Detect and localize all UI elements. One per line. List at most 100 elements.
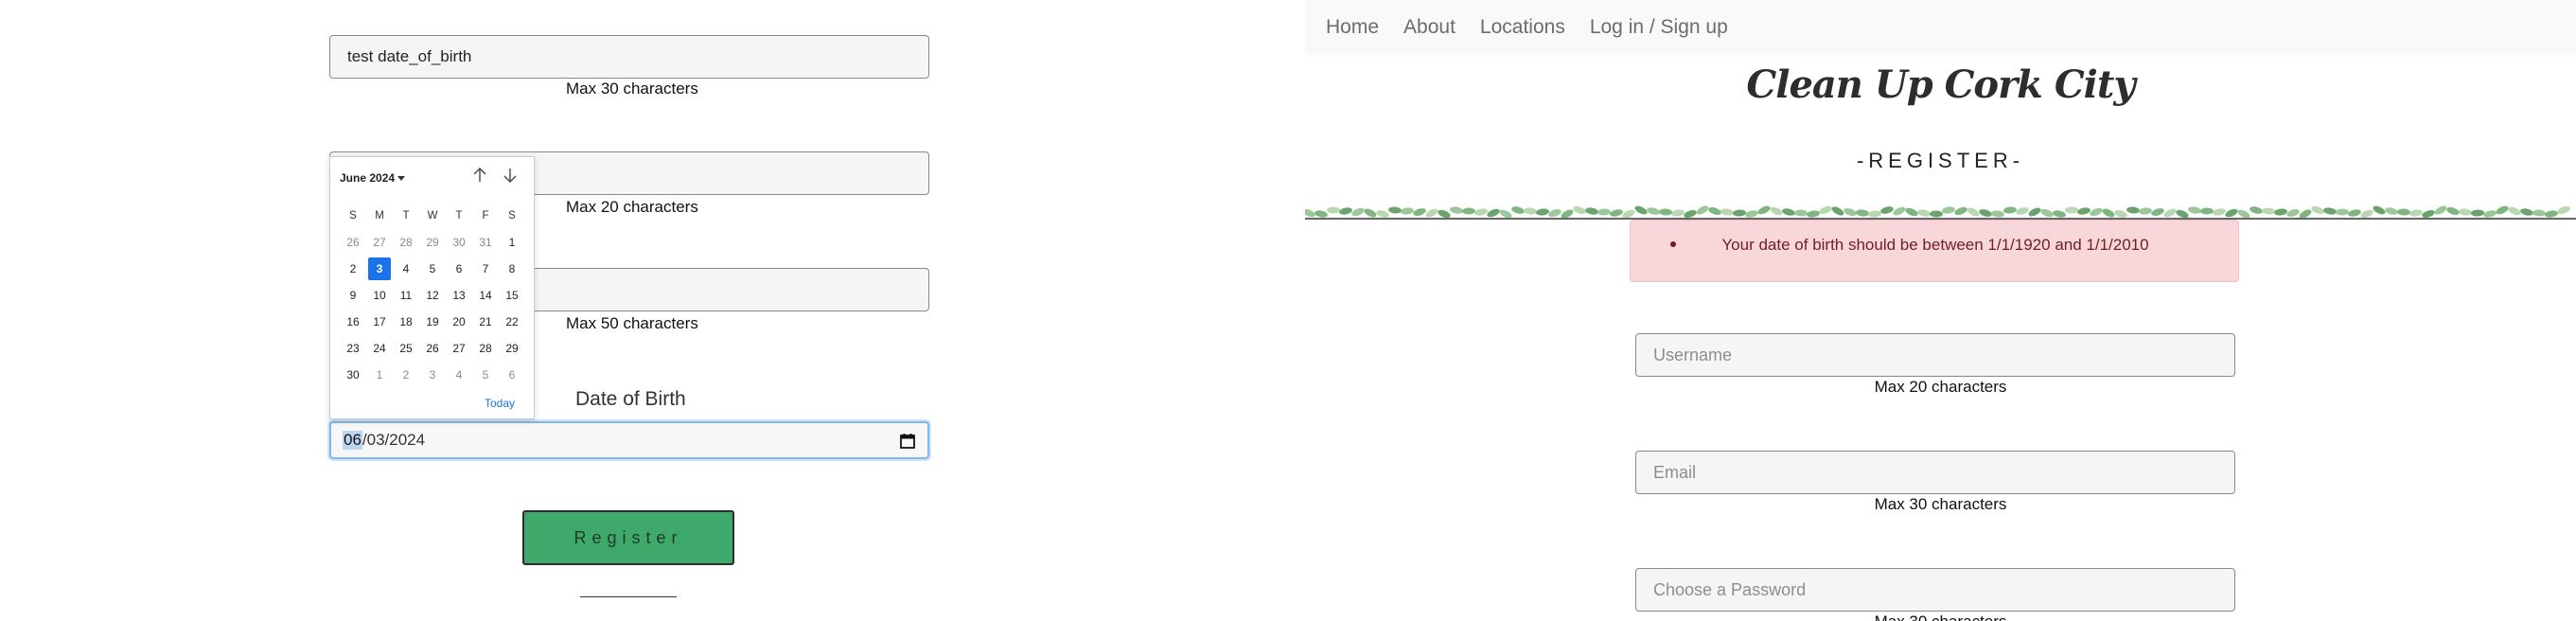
arrow-up-icon[interactable] bbox=[470, 166, 489, 185]
register-button[interactable]: Register bbox=[522, 510, 734, 565]
calendar-day[interactable]: 16 bbox=[340, 315, 366, 328]
calendar-day[interactable]: 30 bbox=[340, 368, 366, 381]
calendar-day[interactable]: 28 bbox=[393, 236, 419, 249]
nav-login-signup[interactable]: Log in / Sign up bbox=[1590, 16, 1728, 39]
calendar-day[interactable]: 3 bbox=[368, 257, 391, 280]
calendar-day[interactable]: 11 bbox=[393, 289, 419, 302]
date-of-birth-input[interactable]: 06/03/2024 bbox=[329, 421, 929, 459]
calendar-day[interactable]: 17 bbox=[366, 315, 393, 328]
leaf-shape bbox=[2323, 207, 2337, 215]
alert-message: Your date of birth should be between 1/1… bbox=[1721, 236, 2149, 254]
leaf-shape bbox=[2348, 209, 2361, 217]
calendar-day[interactable]: 29 bbox=[499, 342, 525, 355]
leaf-shape bbox=[1524, 207, 1537, 215]
leaf-shape bbox=[2532, 209, 2546, 217]
leaf-shape bbox=[1917, 209, 1931, 217]
date-month-segment[interactable]: 06 bbox=[343, 431, 362, 450]
leaf-shape bbox=[2028, 207, 2041, 217]
leaf-shape bbox=[2459, 208, 2472, 216]
calendar-day[interactable]: 1 bbox=[499, 236, 525, 249]
calendar-day[interactable]: 27 bbox=[366, 236, 393, 249]
calendar-day[interactable]: 19 bbox=[419, 315, 446, 328]
leaf-shape bbox=[1585, 207, 1598, 215]
leaf-shape bbox=[1893, 206, 1906, 216]
calendar-week-row: 16 17 18 19 20 21 22 bbox=[340, 309, 525, 335]
nav-about[interactable]: About bbox=[1403, 16, 1456, 39]
date-rest-segment[interactable]: /03/2024 bbox=[362, 431, 425, 450]
leaf-shape bbox=[2213, 208, 2226, 216]
calendar-day[interactable]: 21 bbox=[472, 315, 499, 328]
calendar-day[interactable]: 29 bbox=[419, 236, 446, 249]
calendar-day[interactable]: 15 bbox=[499, 289, 525, 302]
leaf-shape bbox=[1450, 206, 1463, 214]
calendar-day[interactable]: 2 bbox=[393, 368, 419, 381]
leaf-shape bbox=[1597, 208, 1611, 216]
leaf-shape bbox=[2016, 207, 2029, 215]
register-button-label: Register bbox=[573, 527, 683, 547]
leaf-shape bbox=[1327, 206, 1340, 214]
calendar-day[interactable]: 6 bbox=[499, 368, 525, 381]
calendar-day[interactable]: 23 bbox=[340, 342, 366, 355]
leaf-shape bbox=[2090, 207, 2103, 217]
calendar-day[interactable]: 25 bbox=[393, 342, 419, 355]
leaf-shape bbox=[1794, 209, 1808, 217]
calendar-day[interactable]: 2 bbox=[340, 262, 366, 275]
month-year-selector[interactable]: June 2024 bbox=[340, 171, 406, 185]
leaf-shape bbox=[1339, 207, 1352, 215]
calendar-day[interactable]: 7 bbox=[472, 262, 499, 275]
text-field-1[interactable]: test date_of_birth bbox=[329, 35, 929, 79]
text-field-2-hint: Max 20 characters bbox=[566, 198, 698, 216]
calendar-week-row: 2345678 bbox=[340, 256, 525, 282]
leaf-shape bbox=[1474, 208, 1488, 216]
calendar-day[interactable]: 20 bbox=[446, 315, 472, 328]
calendar-icon[interactable] bbox=[899, 433, 916, 450]
calendar-day[interactable]: 26 bbox=[419, 342, 446, 355]
leaf-shape bbox=[1770, 206, 1783, 216]
password-input[interactable]: Choose a Password bbox=[1635, 568, 2235, 612]
calendar-day[interactable]: 26 bbox=[340, 236, 366, 249]
calendar-day[interactable]: 28 bbox=[472, 342, 499, 355]
calendar-day[interactable]: 12 bbox=[419, 289, 446, 302]
calendar-day[interactable]: 8 bbox=[499, 262, 525, 275]
email-input[interactable]: Email bbox=[1635, 451, 2235, 494]
calendar-day[interactable]: 24 bbox=[366, 342, 393, 355]
calendar-day[interactable]: 22 bbox=[499, 315, 525, 328]
calendar-day[interactable]: 5 bbox=[472, 368, 499, 381]
calendar-day[interactable]: 30 bbox=[446, 236, 472, 249]
arrow-down-icon[interactable] bbox=[501, 166, 520, 185]
username-input[interactable]: Username bbox=[1635, 333, 2235, 377]
calendar-day[interactable]: 14 bbox=[472, 289, 499, 302]
calendar-day[interactable]: 6 bbox=[446, 262, 472, 275]
month-year-label: June 2024 bbox=[340, 171, 396, 185]
calendar-day[interactable]: 31 bbox=[472, 236, 499, 249]
leaf-shape bbox=[1880, 206, 1894, 214]
calendar-day[interactable]: 3 bbox=[419, 368, 446, 381]
calendar-day[interactable]: 9 bbox=[340, 289, 366, 302]
text-field-1-value: test date_of_birth bbox=[347, 47, 472, 65]
leaf-shape bbox=[1610, 209, 1623, 217]
calendar-day[interactable]: 18 bbox=[393, 315, 419, 328]
calendar-week-row: 9 10 11 12 13 14 15 bbox=[340, 282, 525, 309]
leaf-shape bbox=[1782, 208, 1795, 216]
nav-home[interactable]: Home bbox=[1326, 16, 1379, 39]
calendar-day[interactable]: 1 bbox=[366, 368, 393, 381]
text-field-3-hint: Max 50 characters bbox=[566, 314, 698, 332]
calendar-week-row: 30 1 2 3 4 5 6 bbox=[340, 362, 525, 388]
leaf-shape bbox=[1720, 208, 1734, 216]
calendar-day[interactable]: 4 bbox=[393, 262, 419, 275]
leaf-shape bbox=[1844, 208, 1857, 216]
calendar-day[interactable]: 4 bbox=[446, 368, 472, 381]
dob-label: Date of Birth bbox=[575, 388, 686, 410]
calendar-day[interactable]: 5 bbox=[419, 262, 446, 275]
weekday-label: F bbox=[482, 210, 489, 222]
leaf-shape bbox=[1930, 210, 1943, 218]
leaf-shape bbox=[1979, 209, 1992, 217]
today-button[interactable]: Today bbox=[485, 397, 515, 410]
leaf-shape bbox=[1511, 206, 1525, 214]
calendar-day[interactable]: 13 bbox=[446, 289, 472, 302]
calendar-day[interactable]: 10 bbox=[366, 289, 393, 302]
nav-locations[interactable]: Locations bbox=[1480, 16, 1565, 39]
leaf-shape bbox=[1905, 207, 1918, 217]
calendar-week-row: 26 27 28 29 30 31 1 bbox=[340, 229, 525, 256]
calendar-day[interactable]: 27 bbox=[446, 342, 472, 355]
